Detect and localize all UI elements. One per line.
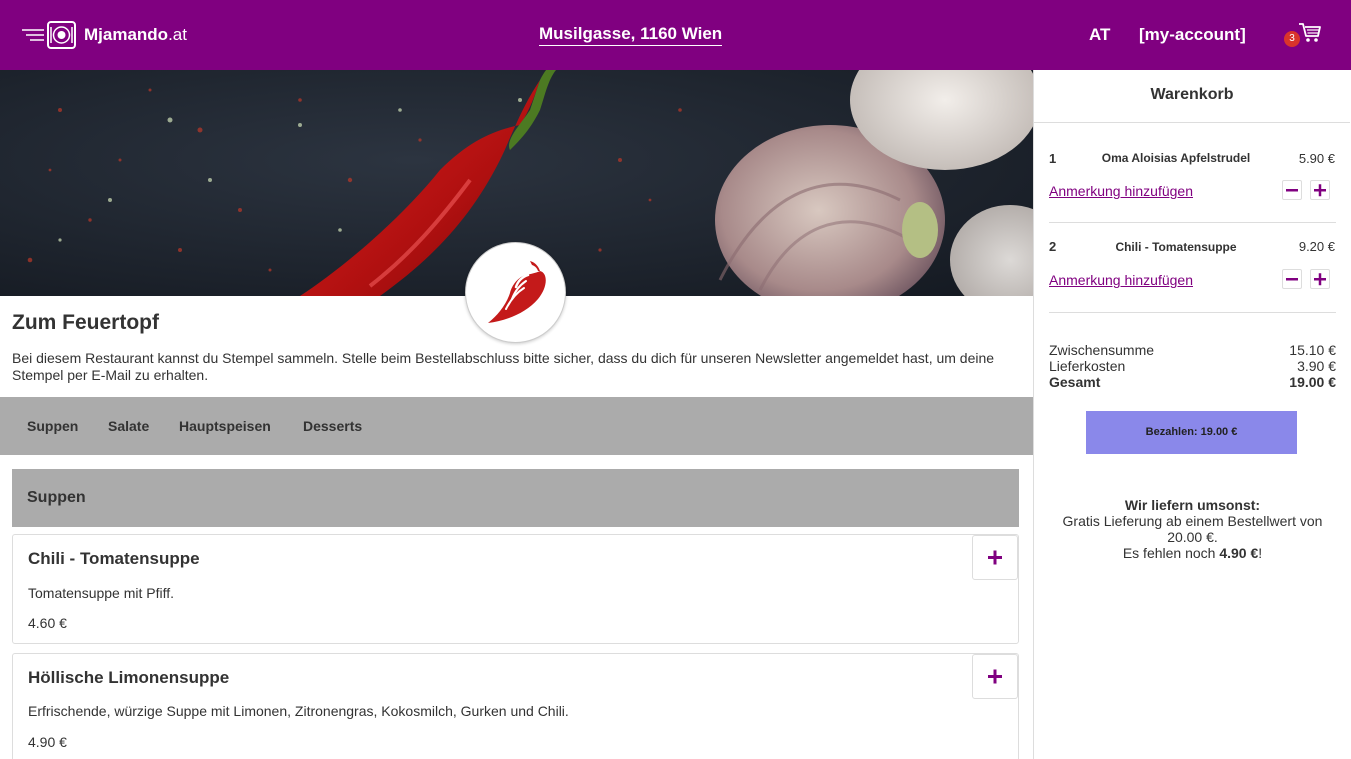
subtotal-value: 15.10 € — [1289, 342, 1336, 358]
brand-logo-link[interactable]: Mjamando.at — [20, 20, 187, 50]
cart-item-price: 9.20 € — [1298, 239, 1335, 254]
add-to-cart-button[interactable] — [972, 535, 1018, 580]
language-selector[interactable]: AT — [1089, 25, 1110, 45]
cart-count-badge: 3 — [1284, 31, 1300, 47]
chili-pepper-icon — [488, 261, 546, 323]
cart-sidebar: Warenkorb 1 Oma Aloisias Apfelstrudel 5.… — [1033, 70, 1351, 759]
add-note-link[interactable]: Anmerkung hinzufügen — [1049, 272, 1193, 288]
cart-item-name: Oma Aloisias Apfelstrudel — [1101, 151, 1251, 165]
menu-item-price: 4.60 € — [28, 615, 67, 631]
category-tab-hauptspeisen[interactable]: Hauptspeisen — [179, 418, 271, 434]
delivery-cost-value: 3.90 € — [1297, 358, 1336, 374]
plus-icon — [1314, 273, 1326, 286]
menu-item-name: Höllische Limonensuppe — [28, 668, 230, 687]
decrease-quantity-button[interactable] — [1282, 180, 1302, 200]
free-delivery-info: Wir liefern umsonst: Gratis Lieferung ab… — [1049, 497, 1336, 561]
category-tab-desserts[interactable]: Desserts — [303, 418, 362, 434]
cart-button[interactable]: 3 — [1284, 22, 1324, 48]
restaurant-logo — [465, 242, 566, 343]
missing-amount-text: Es fehlen noch 4.90 €! — [1122, 545, 1263, 561]
category-tab-suppen[interactable]: Suppen — [27, 418, 78, 434]
total-value: 19.00 € — [1289, 374, 1336, 390]
category-tab-salate[interactable]: Salate — [108, 418, 149, 434]
cart-item-quantity: 2 — [1049, 239, 1057, 254]
subtotal-row: Zwischensumme 15.10 € — [1049, 342, 1336, 358]
total-label: Gesamt — [1049, 374, 1101, 390]
menu-item-card: Höllische Limonensuppe Erfrischende, wür… — [12, 653, 1019, 759]
delivery-plate-icon — [20, 20, 78, 50]
menu-item-description: Tomatensuppe mit Pfiff. — [28, 585, 175, 601]
delivery-address-link[interactable]: Musilgasse, 1160 Wien — [539, 24, 723, 46]
cart-title: Warenkorb — [1150, 86, 1234, 103]
divider — [1049, 312, 1336, 313]
my-account-link[interactable]: [my-account] — [1139, 25, 1246, 45]
free-delivery-text: Gratis Lieferung ab einem Bestellwert vo… — [1062, 513, 1323, 545]
cart-item-quantity: 1 — [1049, 151, 1057, 166]
menu-section-title: Suppen — [27, 489, 86, 506]
divider — [1034, 122, 1350, 123]
brand-name: Mjamando.at — [84, 25, 187, 44]
pay-button[interactable]: Bezahlen: 19.00 € — [1086, 411, 1297, 454]
category-navigation: Suppen Salate Hauptspeisen Desserts — [0, 397, 1033, 455]
cart-item-price: 5.90 € — [1298, 151, 1335, 166]
menu-item-description: Erfrischende, würzige Suppe mit Limonen,… — [28, 703, 569, 719]
delivery-cost-label: Lieferkosten — [1049, 358, 1126, 374]
restaurant-description: Bei diesem Restaurant kannst du Stempel … — [12, 350, 995, 383]
total-row: Gesamt 19.00 € — [1049, 374, 1336, 390]
increase-quantity-button[interactable] — [1310, 180, 1330, 200]
decrease-quantity-button[interactable] — [1282, 269, 1302, 289]
subtotal-label: Zwischensumme — [1049, 342, 1155, 358]
minus-icon — [1286, 278, 1298, 281]
menu-item-name: Chili - Tomatensuppe — [28, 549, 200, 568]
menu-item-card: Chili - Tomatensuppe Tomatensuppe mit Pf… — [12, 534, 1019, 644]
increase-quantity-button[interactable] — [1310, 269, 1330, 289]
cart-item-name: Chili - Tomatensuppe — [1115, 240, 1237, 254]
plus-icon — [988, 550, 1002, 565]
add-note-link[interactable]: Anmerkung hinzufügen — [1049, 183, 1193, 199]
free-delivery-title: Wir liefern umsonst: — [1124, 497, 1261, 513]
add-to-cart-button[interactable] — [972, 654, 1018, 699]
restaurant-name: Zum Feuertopf — [12, 311, 159, 334]
menu-item-price: 4.90 € — [28, 734, 67, 750]
minus-icon — [1286, 189, 1298, 192]
plus-icon — [1314, 184, 1326, 197]
delivery-cost-row: Lieferkosten 3.90 € — [1049, 358, 1336, 374]
shopping-cart-icon — [1299, 23, 1321, 42]
menu-section-header: Suppen — [12, 469, 1019, 527]
divider — [1049, 222, 1336, 223]
missing-amount-value: 4.90 € — [1219, 545, 1259, 561]
top-navigation-bar: Mjamando.at Musilgasse, 1160 Wien AT [my… — [0, 0, 1351, 70]
plus-icon — [988, 669, 1002, 684]
